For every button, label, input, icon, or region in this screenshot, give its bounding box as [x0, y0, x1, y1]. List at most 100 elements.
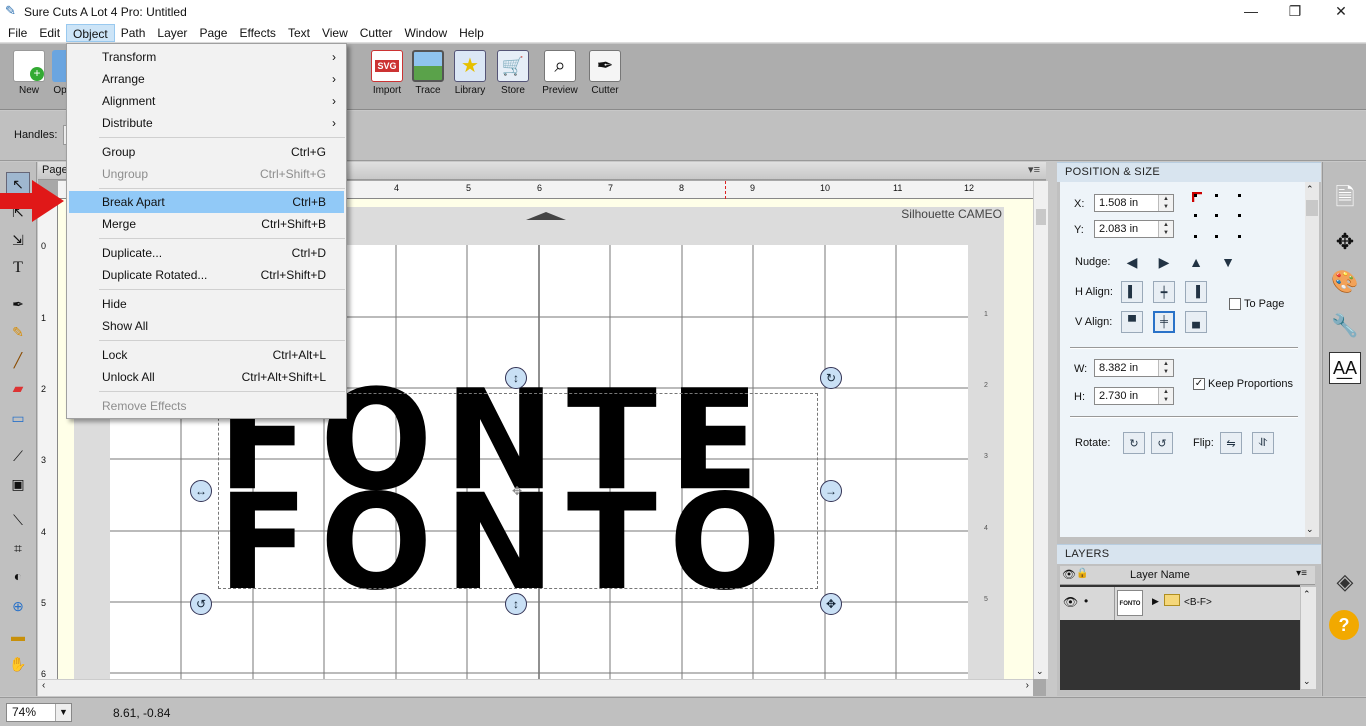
maximize-button[interactable]: ❐ [1272, 0, 1318, 23]
menu-cutter[interactable]: Cutter [354, 24, 399, 42]
gradient-tool-icon[interactable]: ▣ [6, 472, 30, 496]
nudge-down-icon[interactable]: ▼ [1217, 251, 1239, 273]
menu-text[interactable]: Text [282, 24, 316, 42]
layers-scrollbar[interactable]: ⌃ ⌄ [1301, 587, 1316, 689]
scale-top-handle-icon[interactable]: ↕ [505, 367, 527, 389]
document-menu-icon[interactable]: ▾≡ [1028, 163, 1040, 176]
menu-help[interactable]: Help [453, 24, 490, 42]
reference-point-grid-icon[interactable] [1192, 192, 1244, 240]
scroll-down-icon[interactable]: ⌄ [1303, 676, 1311, 687]
menu-item-show-all[interactable]: Show All [69, 315, 344, 337]
pencil-tool-icon[interactable]: ✎ [6, 320, 30, 344]
spinner-arrows-icon[interactable]: ▲ ▼ [1158, 360, 1173, 376]
hand-tool-icon[interactable]: ✋ [6, 652, 30, 676]
menu-path[interactable]: Path [115, 24, 152, 42]
menu-effects[interactable]: Effects [233, 24, 281, 42]
menu-object[interactable]: Object [66, 23, 115, 42]
menu-item-arrange[interactable]: Arrange › [69, 68, 344, 90]
color-palette-icon[interactable]: 🎨 [1329, 266, 1361, 298]
menu-item-duplicate-rotated[interactable]: Duplicate Rotated... Ctrl+Shift+D [69, 264, 344, 286]
scroll-up-icon[interactable]: ⌃ [1306, 184, 1314, 195]
minimize-button[interactable]: — [1228, 0, 1274, 23]
zoom-tool-icon[interactable]: ⊕ [6, 594, 30, 618]
move-bottom-right-handle-icon[interactable]: ✥ [820, 593, 842, 615]
align-middle-v-icon[interactable]: ╪ [1153, 311, 1175, 333]
ruler-tool-icon[interactable]: ▬ [6, 624, 30, 648]
eraser-tool-icon[interactable]: ▰ [6, 376, 30, 400]
rotate-top-right-handle-icon[interactable]: ↻ [820, 367, 842, 389]
text-panel-icon[interactable]: A͟A [1329, 352, 1361, 384]
direct-select-tool-icon[interactable]: ⇲ [6, 228, 30, 252]
menu-item-unlock-all[interactable]: Unlock All Ctrl+Alt+Shift+L [69, 366, 344, 388]
align-right-icon[interactable]: ▐ [1185, 281, 1207, 303]
knife-tool-icon[interactable]: ⟍ [6, 508, 30, 532]
eyedropper-tool-icon[interactable]: ⟋ [6, 444, 30, 468]
menu-item-break-apart[interactable]: Break Apart Ctrl+B [69, 191, 344, 213]
position-scroll-thumb[interactable] [1306, 200, 1318, 216]
menu-window[interactable]: Window [398, 24, 453, 42]
spinner-arrows-icon[interactable]: ▲ ▼ [1158, 388, 1173, 404]
rotate-cw-icon[interactable]: ↻ [1123, 432, 1145, 454]
scroll-left-icon[interactable]: ‹ [42, 680, 45, 691]
text-tool-icon[interactable]: T [6, 256, 30, 280]
menu-item-alignment[interactable]: Alignment › [69, 90, 344, 112]
align-left-icon[interactable]: ▌ [1121, 281, 1143, 303]
document-panel-icon[interactable]: 🗎 [1329, 184, 1361, 216]
menu-item-group[interactable]: Group Ctrl+G [69, 141, 344, 163]
import-button[interactable]: SVG Import [367, 50, 407, 96]
vertical-scrollbar[interactable]: ⌄ [1033, 181, 1048, 679]
scroll-down-icon[interactable]: ⌄ [1306, 524, 1314, 535]
shape-tool-icon[interactable]: ▭ [6, 406, 30, 430]
menu-item-distribute[interactable]: Distribute › [69, 112, 344, 134]
menu-view[interactable]: View [316, 24, 354, 42]
visibility-eye-icon[interactable]: 👁 [1062, 568, 1076, 581]
menu-item-lock[interactable]: Lock Ctrl+Alt+L [69, 344, 344, 366]
nudge-left-icon[interactable]: ◀ [1121, 251, 1143, 273]
menu-item-transform[interactable]: Transform › [69, 46, 344, 68]
align-top-icon[interactable]: ▀ [1121, 311, 1143, 333]
cutter-button[interactable]: ✒ Cutter [585, 50, 625, 96]
rotate-bottom-left-handle-icon[interactable]: ↺ [190, 593, 212, 615]
zoom-dropdown-chevron-icon[interactable]: ▼ [55, 704, 71, 721]
scroll-right-icon[interactable]: › [1026, 680, 1029, 691]
scroll-up-icon[interactable]: ⌃ [1303, 589, 1311, 600]
x-position-field[interactable]: 1.508 in ▲ ▼ [1094, 194, 1174, 212]
layers-menu-icon[interactable]: ▾≡ [1296, 568, 1307, 579]
menu-layer[interactable]: Layer [151, 24, 193, 42]
lock-header-icon[interactable]: 🔒 [1076, 568, 1088, 579]
preview-button[interactable]: ⌕ Preview [540, 50, 580, 96]
menu-item-merge[interactable]: Merge Ctrl+Shift+B [69, 213, 344, 235]
horizontal-scrollbar[interactable]: ‹ › [38, 679, 1033, 696]
flip-horizontal-icon[interactable]: ⇋ [1220, 432, 1242, 454]
menu-file[interactable]: File [2, 24, 33, 42]
menu-item-hide[interactable]: Hide [69, 293, 344, 315]
pen-tool-icon[interactable]: ✒ [6, 292, 30, 316]
scroll-down-icon[interactable]: ⌄ [1036, 666, 1044, 677]
layer-visible-eye-icon[interactable]: 👁 [1063, 595, 1078, 609]
new-button[interactable]: + New [9, 50, 49, 96]
store-button[interactable]: 🛒 Store [493, 50, 533, 96]
keep-proportions-checkbox[interactable]: ✓ [1193, 378, 1205, 390]
layers-panel-icon[interactable]: ◈ [1329, 566, 1361, 598]
library-button[interactable]: ★ Library [450, 50, 490, 96]
flip-vertical-icon[interactable]: ⥯ [1252, 432, 1274, 454]
menu-edit[interactable]: Edit [33, 24, 66, 42]
menu-item-duplicate[interactable]: Duplicate... Ctrl+D [69, 242, 344, 264]
close-button[interactable]: ✕ [1318, 0, 1364, 23]
path-tool-icon[interactable]: ⌗ [6, 536, 30, 560]
position-panel-scrollbar[interactable]: ⌃ ⌄ [1305, 182, 1319, 537]
align-bottom-icon[interactable]: ▄ [1185, 311, 1207, 333]
layer-row[interactable]: 👁 • FONTO ▶ <B-F> [1060, 587, 1300, 620]
help-question-icon[interactable]: ? [1329, 610, 1359, 640]
mask-tool-icon[interactable]: ◐ [6, 564, 30, 588]
trace-button[interactable]: Trace [408, 50, 448, 96]
wrench-settings-icon[interactable]: 🔧 [1329, 310, 1361, 342]
align-center-h-icon[interactable]: ┿ [1153, 281, 1175, 303]
menu-page[interactable]: Page [193, 24, 233, 42]
y-position-field[interactable]: 2.083 in ▲ ▼ [1094, 220, 1174, 238]
spinner-arrows-icon[interactable]: ▲ ▼ [1158, 195, 1173, 211]
height-field[interactable]: 2.730 in ▲ ▼ [1094, 387, 1174, 405]
vertical-scroll-thumb[interactable] [1036, 209, 1046, 225]
document-tab-label[interactable]: Page [42, 164, 68, 176]
expand-arrow-icon[interactable]: ▶ [1152, 596, 1159, 607]
